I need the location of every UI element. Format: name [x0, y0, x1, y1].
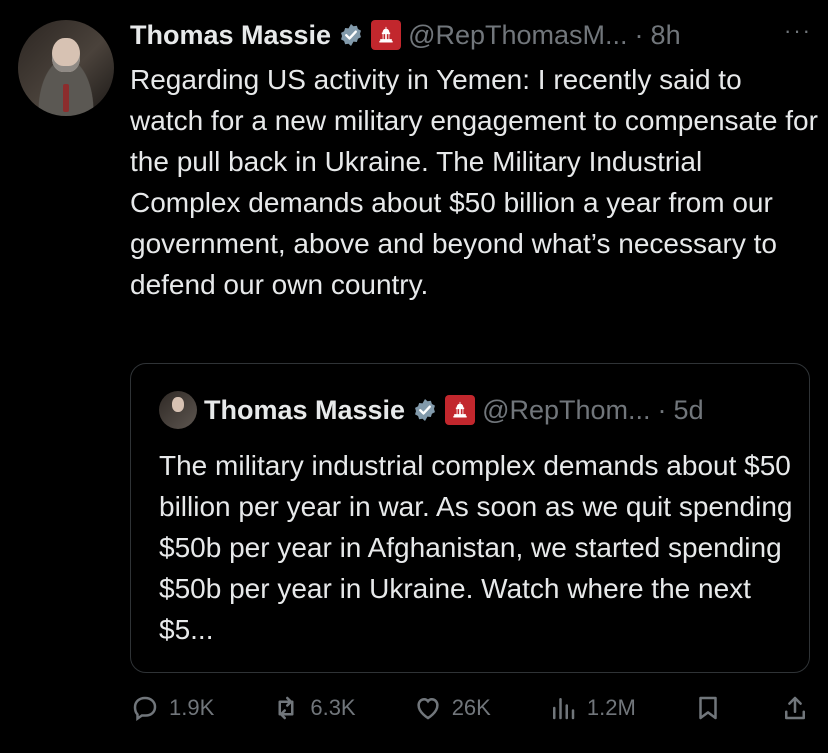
- reply-icon: [133, 696, 157, 722]
- quoted-tweet[interactable]: Thomas Massie @RepThom... · 5d The milit…: [130, 363, 810, 673]
- views-icon: [552, 698, 575, 720]
- author-name[interactable]: Thomas Massie: [130, 20, 331, 51]
- more-options-icon[interactable]: ···: [784, 18, 812, 44]
- separator: ·: [657, 394, 667, 425]
- author-handle[interactable]: @RepThomasM...: [408, 20, 627, 51]
- like-count: 26K: [451, 695, 491, 720]
- quoted-tweet-text: The military industrial complex demands …: [159, 450, 793, 645]
- capitol-icon: [445, 395, 476, 425]
- separator: ·: [634, 19, 644, 50]
- share-icon: [785, 696, 805, 720]
- capitol-icon[interactable]: [371, 20, 402, 50]
- reply-button[interactable]: 1.9K: [130, 693, 214, 723]
- like-button[interactable]: 26K: [413, 693, 491, 723]
- verified-icon: [412, 397, 438, 423]
- share-button[interactable]: [780, 693, 810, 723]
- reply-count: 1.9K: [169, 695, 215, 720]
- quoted-author-handle: @RepThom...: [482, 394, 651, 425]
- tweet-actions: 1.9K 6.3K 26K 1.2M: [130, 688, 810, 728]
- views-button[interactable]: 1.2M: [548, 693, 636, 723]
- like-icon: [417, 697, 439, 720]
- repost-icon: [278, 696, 294, 720]
- bookmark-icon: [699, 696, 717, 720]
- verified-icon[interactable]: [338, 22, 364, 48]
- quoted-tweet-time: 5d: [673, 394, 704, 425]
- quoted-author-avatar: [159, 391, 197, 429]
- bookmark-button[interactable]: [693, 693, 723, 723]
- views-count: 1.2M: [586, 695, 636, 720]
- repost-button[interactable]: 6.3K: [271, 693, 356, 723]
- quoted-tweet-header: Thomas Massie @RepThom... · 5d: [159, 390, 704, 430]
- quoted-author-name: Thomas Massie: [204, 394, 406, 425]
- tweet-header: Thomas Massie @RepThomasM... · 8h: [130, 16, 681, 54]
- repost-count: 6.3K: [310, 695, 356, 720]
- tweet-text: Regarding US activity in Yemen: I recent…: [130, 64, 826, 300]
- author-avatar[interactable]: [18, 20, 114, 116]
- tweet-time[interactable]: 8h: [651, 20, 681, 51]
